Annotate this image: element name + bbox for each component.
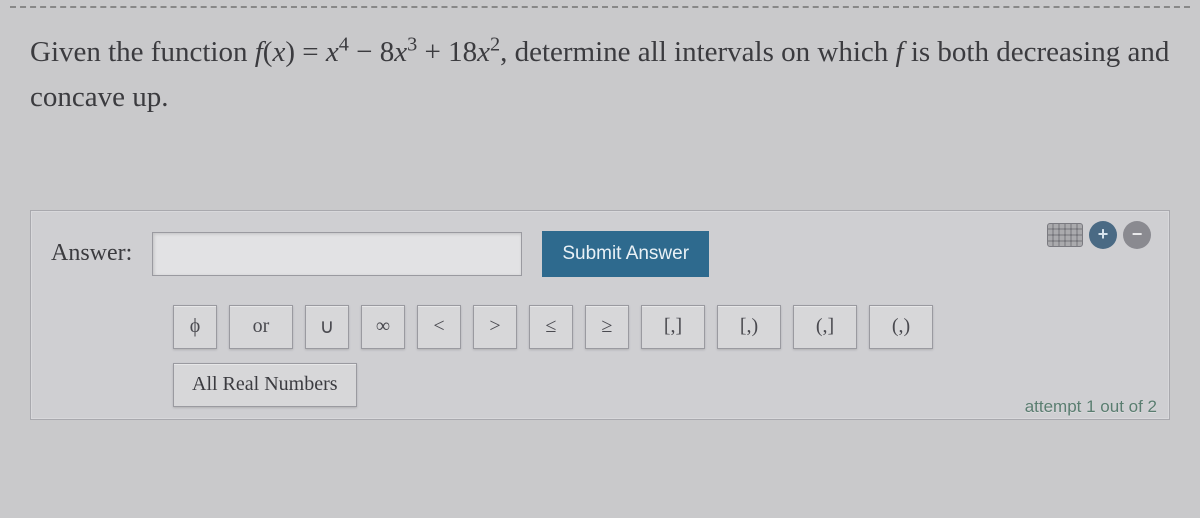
sym-all-real-numbers[interactable]: All Real Numbers: [173, 363, 357, 407]
sym-interval-open-closed[interactable]: (,]: [793, 305, 857, 349]
answer-label: Answer:: [51, 240, 132, 267]
sym-greater-than[interactable]: >: [473, 305, 517, 349]
q-tail1: , determine all intervals on which: [500, 36, 895, 68]
q-var: x: [272, 36, 285, 68]
q-plus: + 18: [417, 36, 477, 68]
answer-row: Answer: Submit Answer: [51, 231, 1149, 277]
q-part: Given the function: [30, 36, 255, 68]
q-x1: x: [326, 36, 339, 68]
sym-interval-closed-closed[interactable]: [,]: [641, 305, 705, 349]
sym-less-equal[interactable]: ≤: [529, 305, 573, 349]
q-x3: x: [477, 36, 490, 68]
remove-row-button[interactable]: −: [1123, 221, 1151, 249]
plus-icon: +: [1098, 224, 1109, 245]
q-f: f: [255, 36, 263, 68]
q-x2: x: [394, 36, 407, 68]
sym-union[interactable]: ∪: [305, 305, 349, 349]
sym-infinity[interactable]: ∞: [361, 305, 405, 349]
sym-less-than[interactable]: <: [417, 305, 461, 349]
q-minus: − 8: [349, 36, 394, 68]
answer-panel: + − Answer: Submit Answer ϕ or ∪ ∞ < > ≤…: [30, 210, 1170, 420]
panel-controls: + −: [1047, 221, 1151, 249]
answer-input[interactable]: [152, 232, 522, 276]
q-open: (: [263, 36, 273, 68]
add-row-button[interactable]: +: [1089, 221, 1117, 249]
symbol-toolbar: ϕ or ∪ ∞ < > ≤ ≥ [,] [,) (,] (,): [173, 305, 1149, 349]
sym-interval-open-open[interactable]: (,): [869, 305, 933, 349]
q-sup2: 2: [490, 33, 500, 55]
q-tailf: f: [896, 36, 904, 68]
q-eq: ) =: [285, 36, 326, 68]
question-text: Given the function f(x) = x4 − 8x3 + 18x…: [30, 30, 1170, 120]
minus-icon: −: [1132, 224, 1143, 245]
q-sup3: 3: [407, 33, 417, 55]
sym-greater-equal[interactable]: ≥: [585, 305, 629, 349]
q-sup4: 4: [339, 33, 349, 55]
keypad-icon[interactable]: [1047, 223, 1083, 247]
submit-button[interactable]: Submit Answer: [542, 231, 709, 277]
all-real-row: All Real Numbers: [173, 363, 1149, 407]
attempt-counter: attempt 1 out of 2: [1025, 397, 1157, 417]
question-container: Given the function f(x) = x4 − 8x3 + 18x…: [10, 6, 1190, 420]
sym-or[interactable]: or: [229, 305, 293, 349]
sym-empty-set[interactable]: ϕ: [173, 305, 217, 349]
sym-interval-closed-open[interactable]: [,): [717, 305, 781, 349]
